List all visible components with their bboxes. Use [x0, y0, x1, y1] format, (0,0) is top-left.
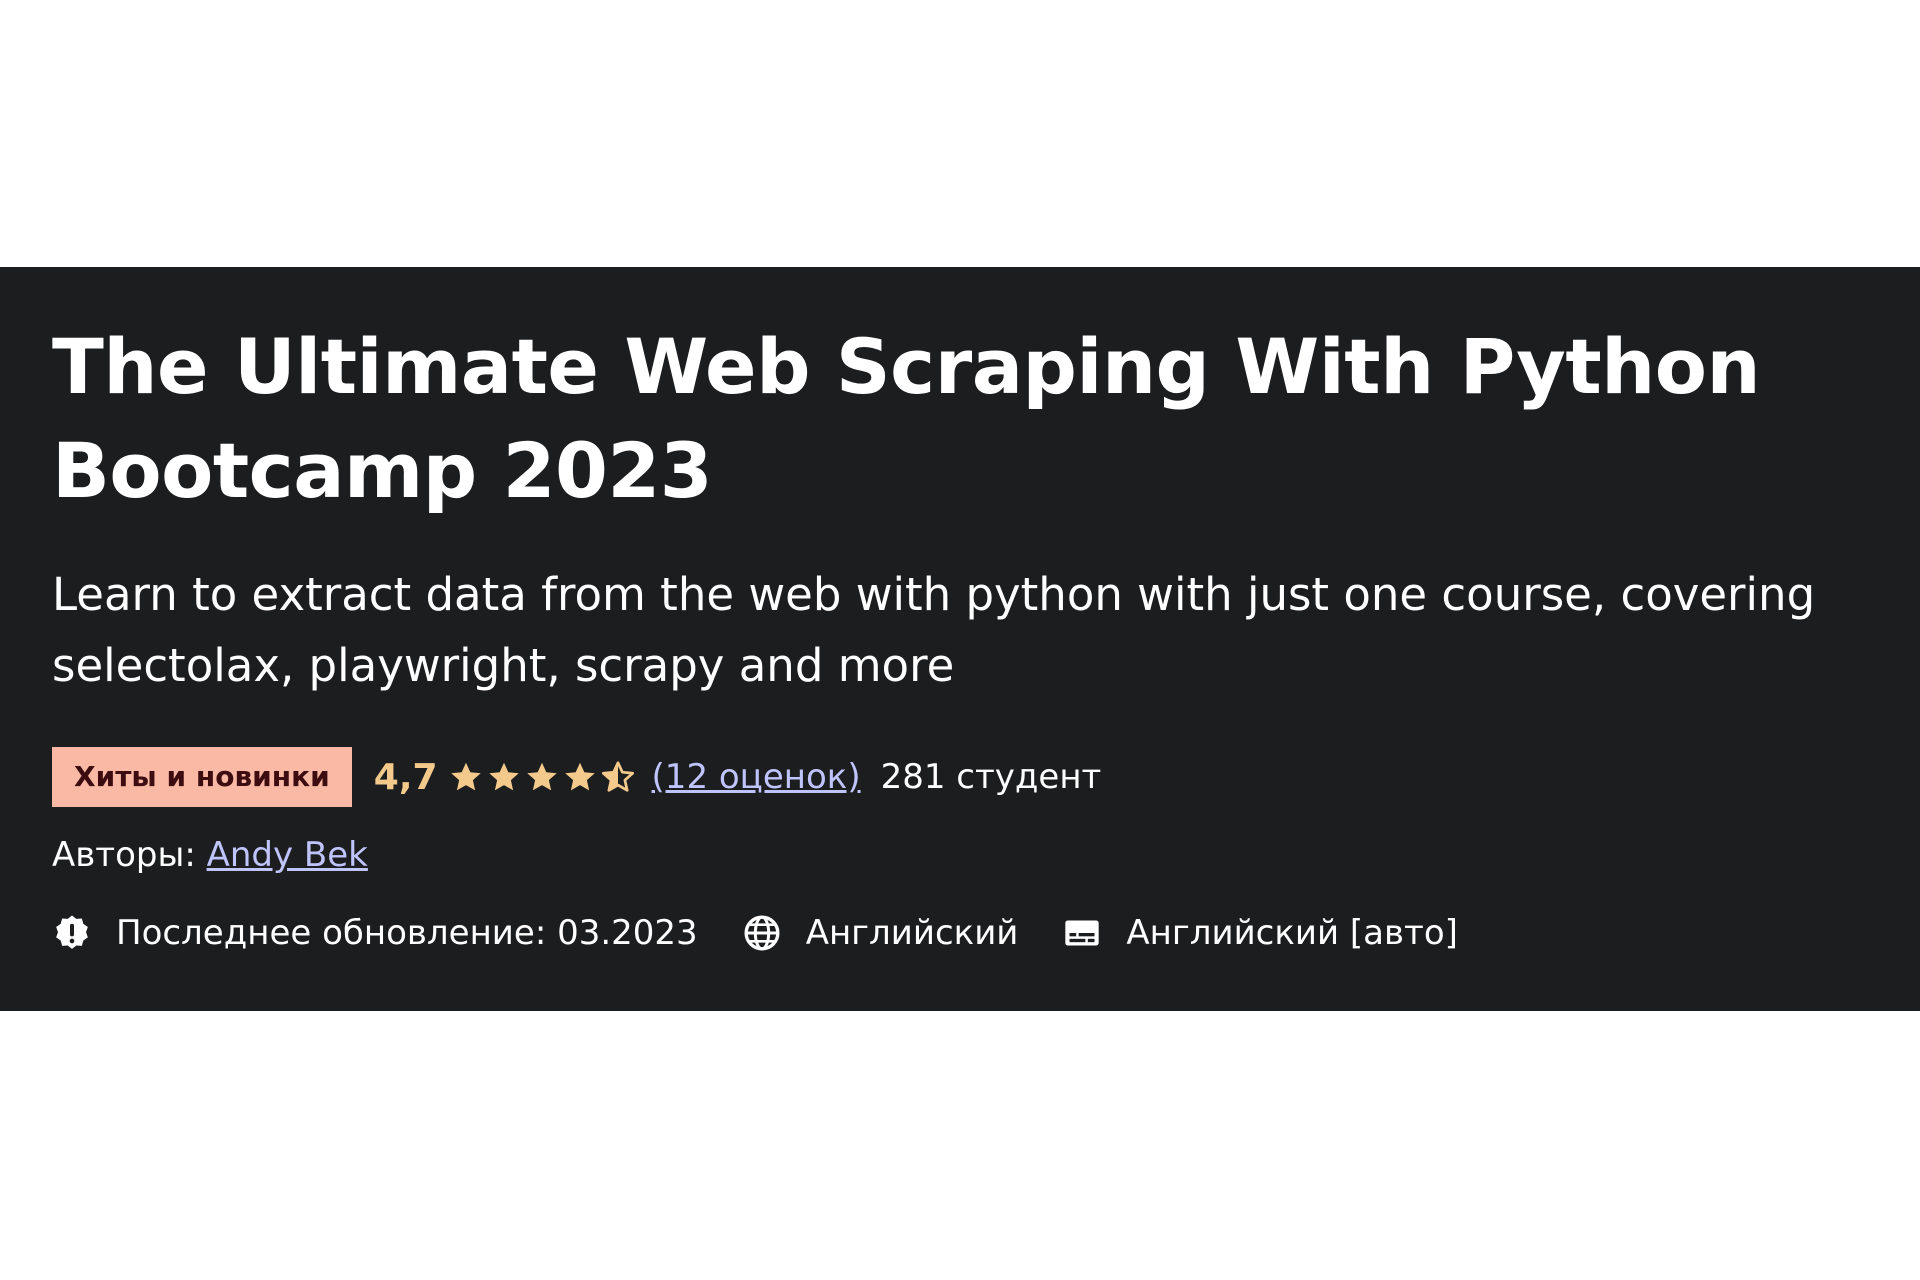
rating-value: 4,7	[373, 756, 438, 798]
star-icon	[488, 762, 519, 791]
last-updated-text: Последнее обновление: 03.2023	[116, 913, 698, 953]
captions-icon	[1065, 920, 1100, 946]
bestseller-badge: Хиты и новинки	[52, 747, 352, 807]
course-title: The Ultimate Web Scraping With Python Bo…	[52, 322, 1761, 515]
course-language: Английский	[742, 913, 1019, 953]
star-half-icon	[601, 761, 634, 792]
students-count: 281 студент	[880, 757, 1102, 797]
course-info-row: Последнее обновление: 03.2023 Английский…	[52, 909, 1868, 957]
star-icon	[526, 762, 557, 791]
authors-line: Авторы: Andy Bek	[52, 833, 1868, 877]
language-text: Английский	[805, 913, 1019, 953]
last-updated: Последнее обновление: 03.2023	[52, 913, 698, 953]
alert-badge-icon	[56, 915, 88, 949]
ratings-count-link[interactable]: (12 оценок)	[652, 757, 861, 797]
star-icon	[564, 762, 595, 791]
course-meta-row: Хиты и новинки 4,7 (12 оценок) 281 студе…	[52, 747, 1868, 807]
rating-stars	[448, 759, 638, 795]
globe-icon	[744, 915, 780, 951]
course-captions: Английский [авто]	[1062, 913, 1458, 953]
course-header-banner: The Ultimate Web Scraping With Python Bo…	[0, 267, 1920, 1011]
authors-label: Авторы:	[52, 835, 196, 875]
captions-text: Английский [авто]	[1126, 913, 1458, 953]
course-subtitle: Learn to extract data from the web with …	[52, 568, 1816, 692]
author-link[interactable]: Andy Bek	[207, 835, 368, 875]
star-icon	[450, 762, 481, 791]
